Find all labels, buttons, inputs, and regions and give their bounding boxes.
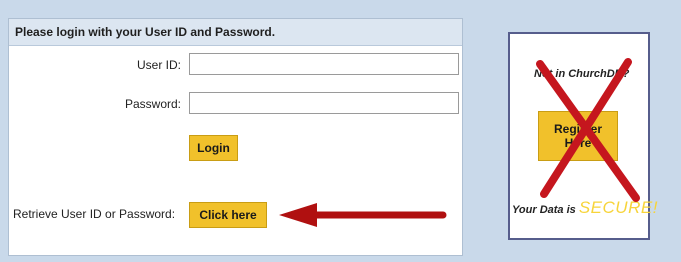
userid-label: User ID: [136,58,181,72]
red-x-annotation [536,58,640,202]
password-field[interactable] [189,92,459,114]
login-panel: Please login with your User ID and Passw… [8,18,463,256]
click-here-button[interactable]: Click here [189,202,267,228]
red-arrow-annotation [279,203,447,227]
password-label: Password: [124,97,181,111]
login-button[interactable]: Login [189,135,238,161]
login-panel-header: Please login with your User ID and Passw… [9,19,462,46]
register-box: Not in ChurchDB? Register Here Your Data… [508,32,657,240]
arrow-head [279,203,317,227]
retrieve-label: Retrieve User ID or Password: [13,207,176,221]
userid-field[interactable] [189,53,459,75]
